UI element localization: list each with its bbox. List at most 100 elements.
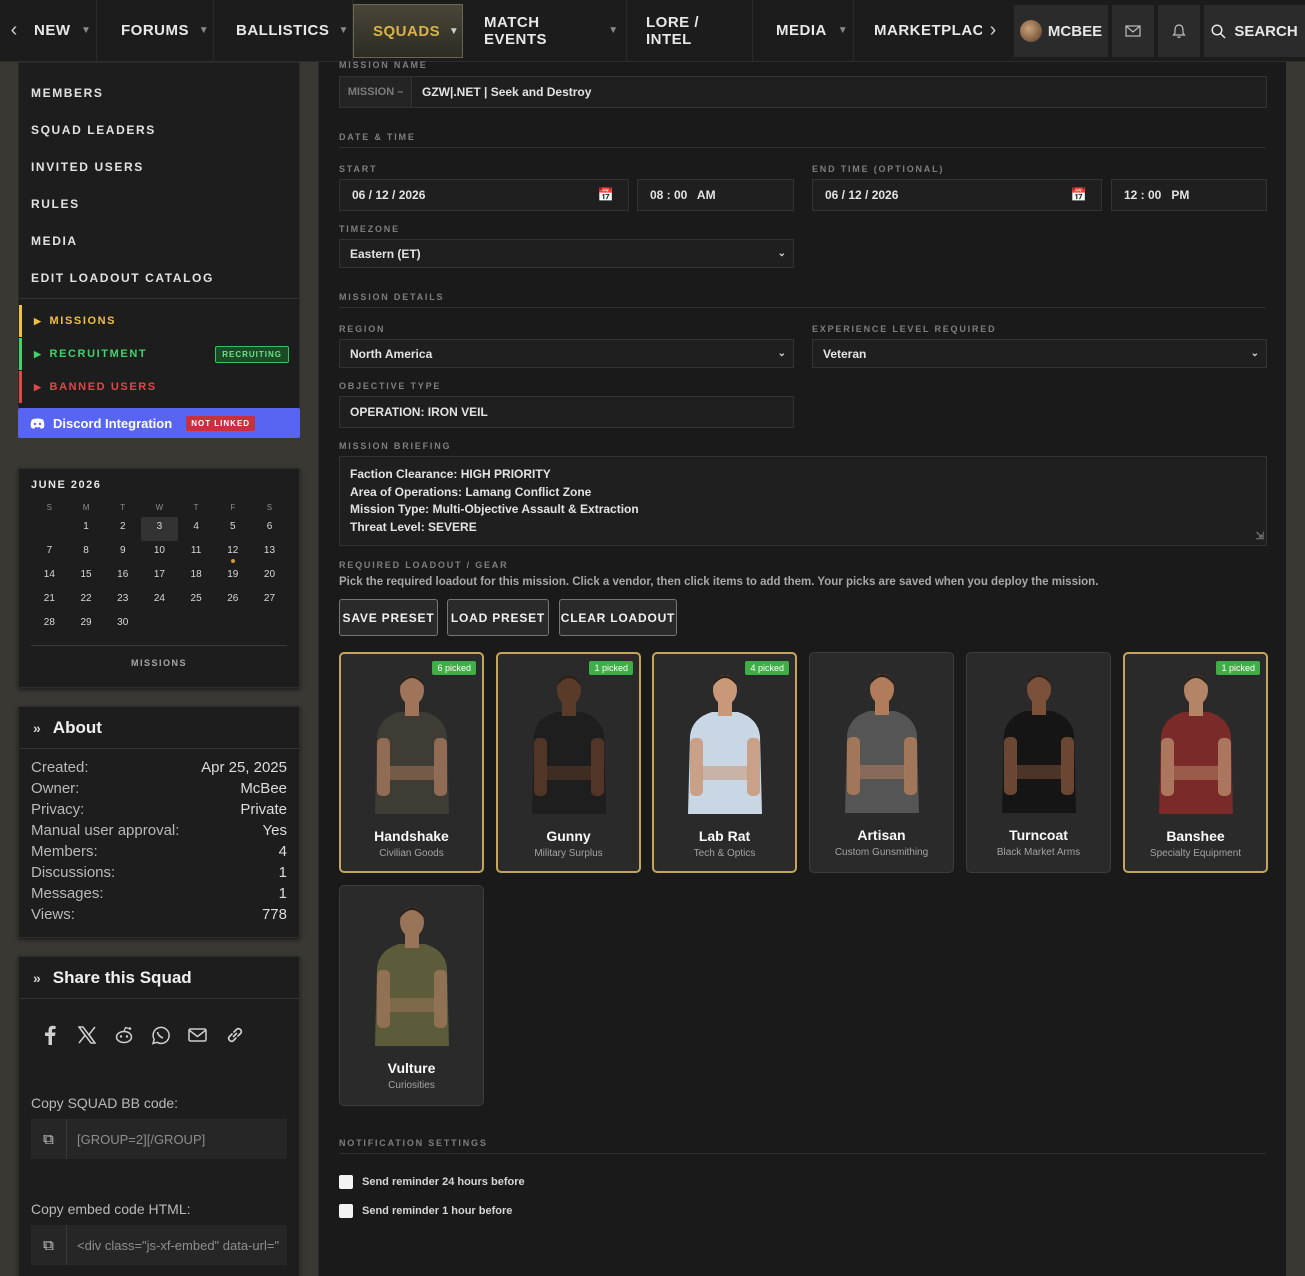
sidebar-item-edit-loadout-catalog[interactable]: EDIT LOADOUT CATALOG [19, 259, 299, 296]
vendor-card-banshee[interactable]: 1 picked Banshee Specialty Equipment [1123, 652, 1268, 873]
reminder-24h-checkbox[interactable]: Send reminder 24 hours before [339, 1175, 525, 1189]
discord-integration-button[interactable]: Discord Integration NOT LINKED [18, 408, 300, 438]
sidebar-item-squad-leaders[interactable]: SQUAD LEADERS [19, 111, 299, 148]
end-time-input[interactable]: 12 : 00 PM [1111, 179, 1267, 211]
calendar-day[interactable]: 2 [104, 517, 141, 541]
calendar-day[interactable]: 23 [104, 589, 141, 613]
nav-item-media[interactable]: MEDIA ▼ [753, 0, 854, 61]
bb-code-field[interactable]: ⧉ [GROUP=2][/GROUP] [31, 1119, 287, 1159]
nav-item-marketplace[interactable]: MARKETPLACE [854, 0, 982, 61]
vendor-card-handshake[interactable]: 6 picked Handshake Civilian Goods [339, 652, 484, 873]
calendar-icon[interactable]: 📅 [1071, 187, 1087, 203]
start-date-input[interactable]: 06 / 12 / 2026 📅 [339, 179, 629, 211]
chevron-down-icon[interactable]: ▼ [335, 25, 352, 36]
briefing-textarea[interactable]: Faction Clearance: HIGH PRIORITY Area of… [339, 456, 1267, 546]
nav-item-forums[interactable]: FORUMS ▼ [97, 0, 214, 61]
calendar-day[interactable]: 22 [68, 589, 105, 613]
chevron-down-icon[interactable]: ▼ [195, 25, 213, 36]
chevron-down-icon[interactable]: ▼ [77, 25, 97, 36]
sidebar-item-rules[interactable]: RULES [19, 185, 299, 222]
calendar-day[interactable]: 26 [214, 589, 251, 613]
save-preset-button[interactable]: SAVE PRESET [339, 599, 438, 636]
chevron-down-icon[interactable]: ▼ [601, 25, 626, 36]
calendar-day[interactable]: 27 [251, 589, 288, 613]
reminder-1h-checkbox[interactable]: Send reminder 1 hour before [339, 1204, 512, 1218]
sidebar-item-banned-users[interactable]: ▶ BANNED USERS [19, 371, 299, 403]
nav-item-squads[interactable]: SQUADS ▼ [353, 4, 463, 58]
calendar-day[interactable]: 20 [251, 565, 288, 589]
page-scrollbar[interactable] [1286, 62, 1305, 1276]
calendar-day[interactable]: 21 [31, 589, 68, 613]
nav-item-match-events[interactable]: MATCH EVENTS ▼ [463, 0, 627, 61]
checkbox-box[interactable] [339, 1175, 353, 1189]
calendar-day[interactable]: 28 [31, 613, 68, 637]
sidebar-item-recruitment[interactable]: ▶ RECRUITMENT RECRUITING [19, 338, 299, 370]
checkbox-box[interactable] [339, 1204, 353, 1218]
search-button[interactable]: SEARCH [1204, 5, 1305, 57]
calendar-day[interactable]: 24 [141, 589, 178, 613]
resize-handle-icon[interactable]: ⇲ [1256, 528, 1264, 546]
facebook-icon[interactable] [39, 1023, 60, 1047]
experience-select[interactable]: Veteran ⌄ [812, 339, 1267, 368]
calendar-footer-link[interactable]: MISSIONS [31, 645, 287, 668]
calendar-day[interactable]: 16 [104, 565, 141, 589]
vendor-card-vulture[interactable]: Vulture Curiosities [339, 885, 484, 1106]
nav-scroll-right-icon[interactable]: › [982, 0, 1004, 61]
calendar-day[interactable]: 1 [68, 517, 105, 541]
calendar-day[interactable]: 9 [104, 541, 141, 565]
nav-item-lore-intel[interactable]: LORE / INTEL [627, 0, 753, 61]
sidebar-item-members[interactable]: MEMBERS [19, 74, 299, 111]
chevron-down-icon[interactable]: ▼ [833, 25, 853, 36]
copy-icon[interactable]: ⧉ [31, 1225, 67, 1265]
calendar-day[interactable]: 14 [31, 565, 68, 589]
calendar-day[interactable]: 12 [214, 541, 251, 565]
reddit-icon[interactable] [113, 1023, 134, 1047]
calendar-day[interactable]: 11 [178, 541, 215, 565]
nav-item-new[interactable]: NEW ▼ [28, 0, 97, 61]
link-icon[interactable] [224, 1023, 245, 1047]
mission-name-input[interactable]: MISSION – GZW|.NET | Seek and Destroy [339, 76, 1267, 108]
calendar-day[interactable]: 25 [178, 589, 215, 613]
vendor-card-gunny[interactable]: 1 picked Gunny Military Surplus [496, 652, 641, 873]
user-menu[interactable]: MCBEE [1014, 5, 1108, 57]
calendar-day[interactable]: 15 [68, 565, 105, 589]
calendar-icon[interactable]: 📅 [598, 187, 614, 203]
nav-scroll-left-icon[interactable]: ‹ [0, 0, 28, 61]
clear-loadout-button[interactable]: CLEAR LOADOUT [559, 599, 677, 636]
calendar-day[interactable]: 4 [178, 517, 215, 541]
calendar-day[interactable]: 7 [31, 541, 68, 565]
calendar-day[interactable]: 8 [68, 541, 105, 565]
chevron-down-icon[interactable]: ▼ [446, 26, 462, 37]
calendar-day[interactable]: 3 [141, 517, 178, 541]
calendar-day[interactable]: 29 [68, 613, 105, 637]
calendar-day[interactable]: 30 [104, 613, 141, 637]
timezone-select[interactable]: Eastern (ET) ⌄ [339, 239, 794, 268]
load-preset-button[interactable]: LOAD PRESET [447, 599, 549, 636]
alerts-button[interactable] [1158, 5, 1200, 57]
region-select[interactable]: North America ⌄ [339, 339, 794, 368]
calendar-day[interactable]: 5 [214, 517, 251, 541]
embed-code-field[interactable]: ⧉ <div class="js-xf-embed" data-url=" [31, 1225, 287, 1265]
sidebar-item-missions[interactable]: ▶ MISSIONS [19, 305, 299, 337]
calendar-day[interactable]: 17 [141, 565, 178, 589]
calendar-day[interactable]: 19 [214, 565, 251, 589]
vendor-card-lab-rat[interactable]: 4 picked Lab Rat Tech & Optics [652, 652, 797, 873]
calendar-day[interactable]: 13 [251, 541, 288, 565]
sidebar-item-invited-users[interactable]: INVITED USERS [19, 148, 299, 185]
sidebar-item-media[interactable]: MEDIA [19, 222, 299, 259]
vendor-card-turncoat[interactable]: Turncoat Black Market Arms [966, 652, 1111, 873]
calendar-day[interactable]: 18 [178, 565, 215, 589]
nav-item-ballistics[interactable]: BALLISTICS ▼ [214, 0, 353, 61]
calendar-day[interactable]: 10 [141, 541, 178, 565]
end-date-input[interactable]: 06 / 12 / 2026 📅 [812, 179, 1102, 211]
calendar-day[interactable]: 6 [251, 517, 288, 541]
x-icon[interactable] [76, 1023, 97, 1047]
vendor-card-artisan[interactable]: Artisan Custom Gunsmithing [809, 652, 954, 873]
inbox-button[interactable] [1112, 5, 1154, 57]
whatsapp-icon[interactable] [150, 1023, 171, 1047]
copy-icon[interactable]: ⧉ [31, 1119, 67, 1159]
calendar-weekday: W [155, 503, 164, 512]
email-icon[interactable] [187, 1023, 208, 1047]
objective-input[interactable]: OPERATION: IRON VEIL [339, 396, 794, 428]
start-time-input[interactable]: 08 : 00 AM [637, 179, 794, 211]
